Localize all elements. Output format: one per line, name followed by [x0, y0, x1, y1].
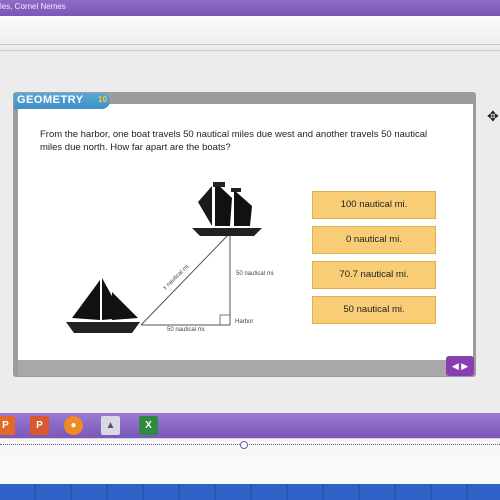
powerpoint-icon[interactable]: P	[30, 416, 49, 435]
ship-north-icon	[192, 182, 262, 236]
hypotenuse-line	[140, 232, 231, 326]
move-cursor-icon: ✥	[487, 108, 499, 124]
answer-option-1[interactable]: 100 nautical mi.	[312, 191, 436, 219]
answer-option-2[interactable]: 0 nautical mi.	[312, 226, 436, 254]
right-angle-icon	[219, 314, 231, 326]
harbor-label: Harbor	[235, 319, 253, 325]
horizontal-leg-label: 50 nautical mi.	[167, 327, 206, 333]
app-icon[interactable]: ▲	[101, 416, 120, 435]
bottom-strip	[0, 484, 500, 500]
answer-option-4[interactable]: 50 nautical mi.	[312, 296, 436, 324]
slide-nav-buttons[interactable]: ◀ ▶	[446, 356, 474, 376]
timeline-dotted-line	[0, 444, 500, 446]
taskbar: P P ● ▲ X	[0, 413, 500, 438]
firefox-icon[interactable]: ●	[64, 416, 83, 435]
answer-option-3[interactable]: 70.7 nautical mi.	[312, 261, 436, 289]
timeline-track	[0, 438, 500, 457]
vertical-leg-label: 50 nautical mi.	[236, 271, 275, 277]
powerpoint-icon[interactable]: P	[0, 416, 15, 435]
ship-west-icon	[66, 278, 140, 333]
excel-icon[interactable]: X	[139, 416, 158, 435]
timeline-handle[interactable]	[240, 441, 248, 449]
